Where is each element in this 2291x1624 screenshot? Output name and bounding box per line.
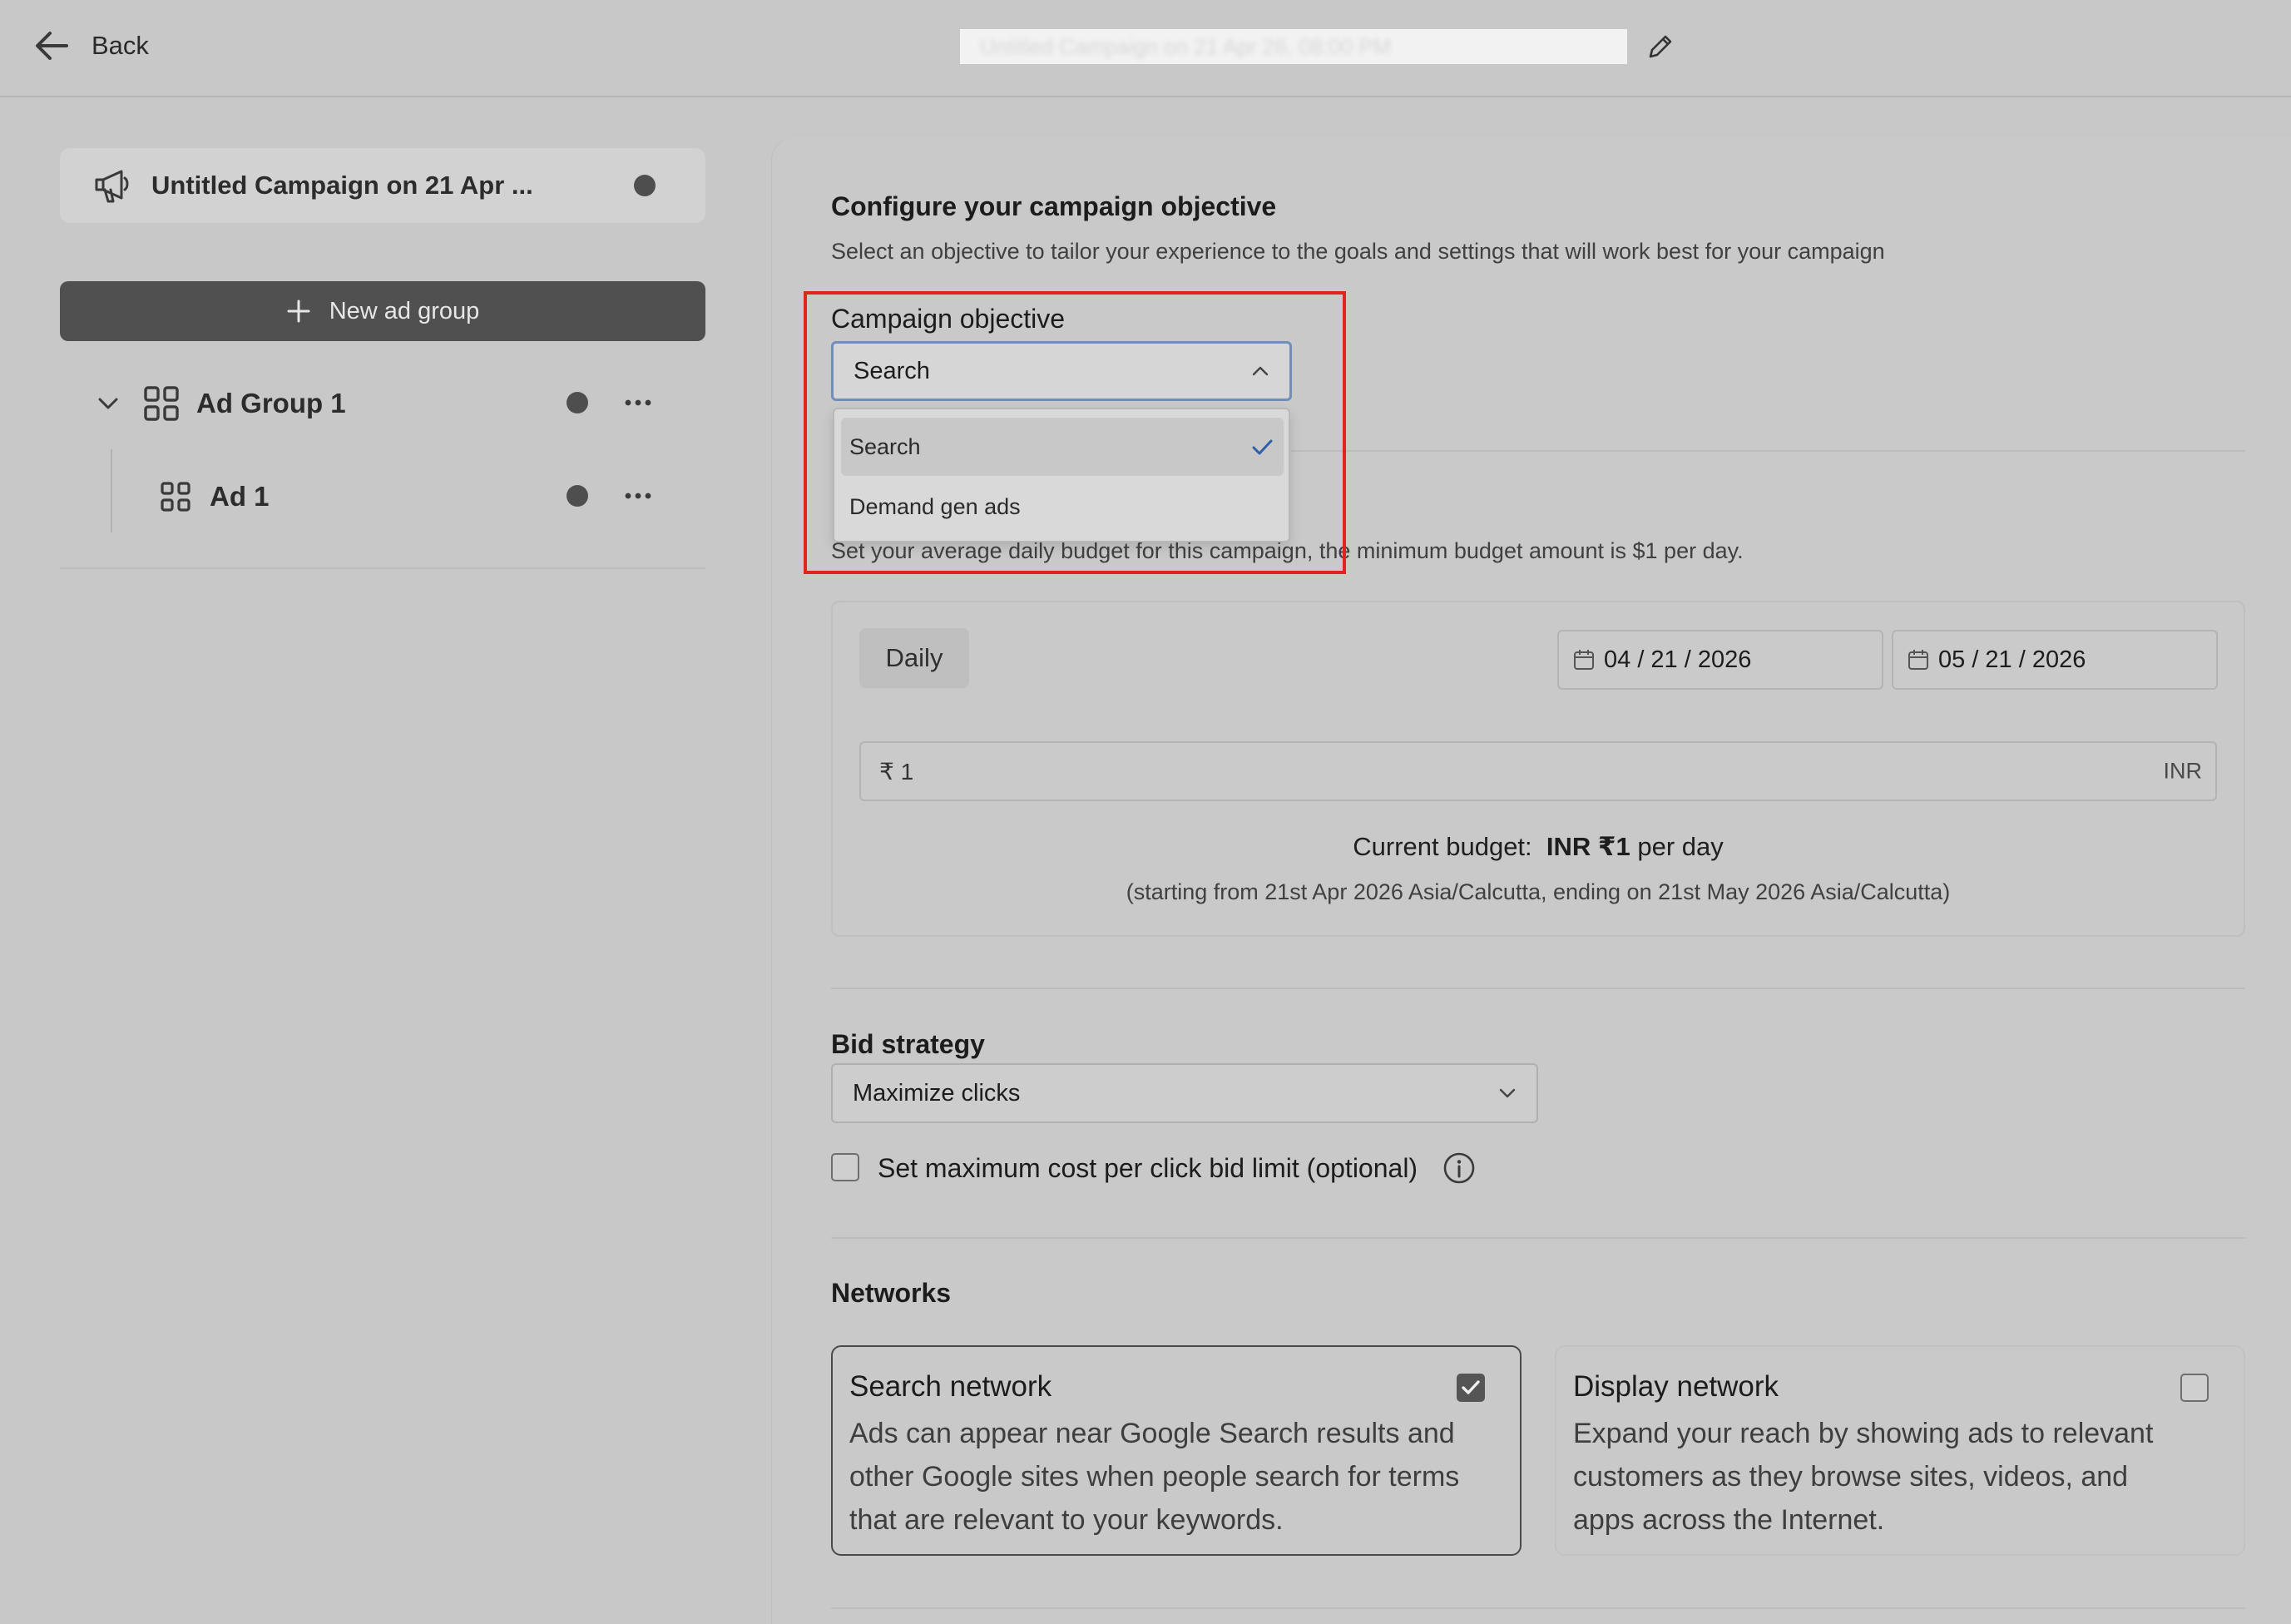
back-label: Back	[92, 31, 149, 60]
objective-heading: Configure your campaign objective	[831, 191, 1277, 221]
daily-period-button[interactable]: Daily	[859, 628, 969, 688]
ad-label: Ad 1	[210, 481, 270, 512]
pencil-icon[interactable]	[1645, 32, 1675, 62]
bid-strategy-value: Maximize clicks	[853, 1079, 1021, 1107]
info-icon[interactable]	[1442, 1151, 1476, 1185]
megaphone-icon	[93, 166, 133, 205]
status-dot	[634, 175, 656, 196]
arrow-left-icon	[33, 27, 70, 64]
grid-icon	[143, 385, 180, 422]
checkmark-icon	[1458, 1375, 1483, 1400]
budget-amount-input[interactable]: ₹ 1 INR	[859, 741, 2217, 801]
more-horizontal-icon[interactable]	[624, 484, 652, 508]
bid-strategy-select[interactable]: Maximize clicks	[831, 1063, 1538, 1123]
bid-strategy-heading: Bid strategy	[831, 1029, 985, 1059]
back-button[interactable]: Back	[33, 23, 149, 68]
ad-group-label: Ad Group 1	[196, 388, 346, 418]
search-network-description: Ads can appear near Google Search result…	[849, 1418, 1460, 1536]
current-budget-prefix: Current budget:	[1353, 832, 1532, 861]
campaign-title-redacted: Untitled Campaign on 21 Apr 26, 08:00 PM	[960, 29, 1627, 64]
calendar-icon	[1572, 648, 1596, 671]
campaign-name: Untitled Campaign on 21 Apr ...	[151, 171, 533, 200]
current-budget-line: Current budget: INR ₹1 per day	[831, 832, 2245, 862]
end-date-value: 05 / 21 / 2026	[1938, 646, 2086, 673]
section-divider	[831, 1237, 2245, 1239]
objective-description: Select an objective to tailor your exper…	[831, 239, 1885, 264]
ad-item[interactable]: Ad 1	[160, 472, 270, 522]
search-network-card[interactable]: Search network Ads can appear near Googl…	[831, 1345, 1522, 1556]
status-dot	[567, 485, 588, 507]
currency-label: INR	[2163, 758, 2203, 784]
section-divider	[831, 988, 2245, 989]
new-ad-group-label: New ad group	[329, 297, 480, 324]
display-network-checkbox[interactable]	[2180, 1374, 2209, 1402]
max-cpc-checkbox[interactable]	[831, 1153, 859, 1181]
current-budget-value: INR ₹1	[1546, 832, 1630, 861]
budget-range-note: (starting from 21st Apr 2026 Asia/Calcut…	[1126, 879, 1951, 904]
search-network-checkbox[interactable]	[1457, 1374, 1485, 1402]
start-date-value: 04 / 21 / 2026	[1604, 646, 1752, 673]
section-divider	[831, 1607, 2245, 1609]
plus-icon	[286, 299, 311, 324]
highlight-box	[804, 291, 1346, 574]
calendar-icon	[1907, 648, 1930, 671]
display-network-card[interactable]: Display network Expand your reach by sho…	[1555, 1345, 2245, 1556]
chevron-down-icon	[1497, 1082, 1518, 1104]
status-dot	[567, 392, 588, 413]
campaign-title-text: Untitled Campaign on 21 Apr 26, 08:00 PM	[980, 34, 1392, 59]
max-cpc-label: Set maximum cost per click bid limit (op…	[878, 1153, 1418, 1183]
start-date-field[interactable]: 04 / 21 / 2026	[1557, 630, 1883, 690]
campaign-tree-item[interactable]: Untitled Campaign on 21 Apr ...	[60, 148, 705, 223]
top-bar: Back Untitled Campaign on 21 Apr 26, 08:…	[0, 0, 2291, 97]
current-budget-suffix: per day	[1637, 832, 1724, 861]
sidebar-divider	[60, 567, 705, 569]
ad-group-item[interactable]: Ad Group 1	[95, 379, 346, 428]
more-horizontal-icon[interactable]	[624, 391, 652, 414]
end-date-field[interactable]: 05 / 21 / 2026	[1892, 630, 2218, 690]
display-network-description: Expand your reach by showing ads to rele…	[1573, 1418, 2154, 1536]
chevron-down-icon[interactable]	[95, 390, 121, 417]
search-network-title: Search network	[849, 1370, 1052, 1403]
budget-amount-value: ₹ 1	[879, 758, 914, 785]
section-divider	[1291, 450, 2245, 452]
grid-icon	[160, 481, 191, 512]
display-network-title: Display network	[1573, 1370, 1779, 1403]
networks-heading: Networks	[831, 1278, 952, 1308]
new-ad-group-button[interactable]: New ad group	[60, 281, 705, 341]
tree-connector	[111, 449, 112, 532]
